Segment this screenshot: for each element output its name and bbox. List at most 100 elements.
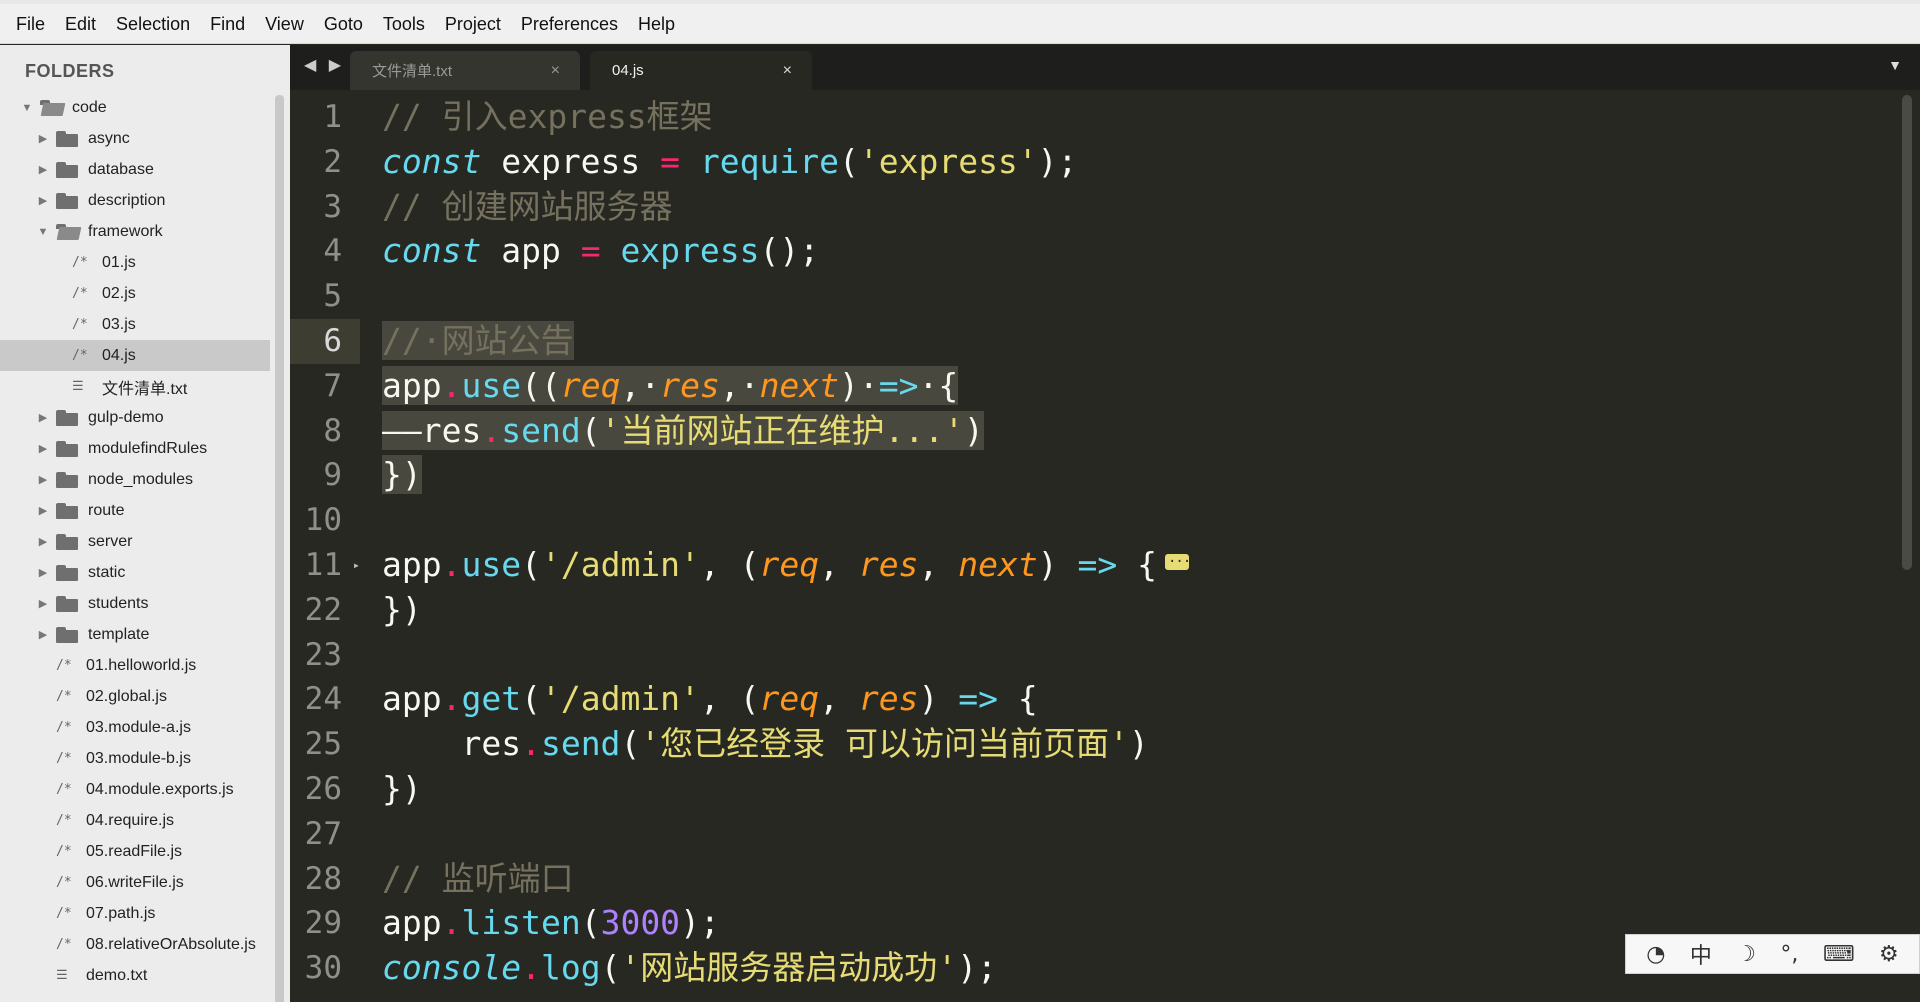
folder-item[interactable]: ▶ template [0, 619, 270, 650]
file-item[interactable]: /* 06.writeFile.js [0, 867, 270, 898]
file-item[interactable]: ☰ 文件清单.txt [0, 371, 270, 402]
code-line[interactable]: app.use('/admin', (req, res, next) => { [382, 540, 1862, 588]
code-token: '/admin' [540, 544, 700, 584]
folder-item[interactable]: ▶ students [0, 588, 270, 619]
menu-selection[interactable]: Selection [106, 4, 200, 44]
chevron-right-icon[interactable]: ▶ [36, 473, 50, 486]
folder-item[interactable]: ▶ route [0, 495, 270, 526]
tab-dropdown-icon[interactable]: ▼ [1888, 57, 1902, 73]
file-item[interactable]: ☰ demo.txt [0, 960, 270, 991]
menu-help[interactable]: Help [628, 4, 685, 44]
folder-item[interactable]: ▶ async [0, 123, 270, 154]
chevron-right-icon[interactable]: ▶ [36, 628, 50, 641]
chevron-right-icon[interactable]: ▶ [36, 132, 50, 145]
file-item[interactable]: /* 02.js [0, 278, 270, 309]
chevron-right-icon[interactable]: ▶ [36, 504, 50, 517]
sidebar-scrollbar[interactable] [275, 95, 284, 1002]
code-line[interactable] [382, 812, 1862, 857]
folder-item[interactable]: ▶ gulp-demo [0, 402, 270, 433]
code-line[interactable] [382, 498, 1862, 543]
chevron-right-icon[interactable]: ▶ [36, 163, 50, 176]
file-item[interactable]: /* 08.relativeOrAbsolute.js [0, 929, 270, 960]
fold-arrow-icon[interactable]: ▸ [353, 543, 360, 588]
tree-item-label: 02.global.js [86, 687, 167, 705]
file-item[interactable]: /* 01.helloworld.js [0, 650, 270, 681]
tab-bar: ◀ ▶ 文件清单.txt × 04.js × ▼ [290, 45, 1920, 90]
code-line[interactable]: }) [382, 767, 1862, 812]
chevron-right-icon[interactable]: ▶ [36, 194, 50, 207]
menu-project[interactable]: Project [435, 4, 511, 44]
code-area[interactable]: // 引入express框架 const express = require('e… [382, 95, 1862, 991]
menu-preferences[interactable]: Preferences [511, 4, 628, 44]
ime-logo-icon[interactable]: ◔ [1646, 942, 1665, 967]
folder-item[interactable]: ▶ description [0, 185, 270, 216]
code-token: app [382, 365, 442, 405]
chevron-right-icon[interactable]: ▶ [36, 442, 50, 455]
menu-tools[interactable]: Tools [373, 4, 435, 44]
file-item[interactable]: /* 03.module-b.js [0, 743, 270, 774]
file-item[interactable]: /* 07.path.js [0, 898, 270, 929]
file-item[interactable]: /* 04.module.exports.js [0, 774, 270, 805]
chevron-right-icon[interactable]: ▶ [36, 411, 50, 424]
code-line[interactable]: ——res.send('当前网站正在维护...') [382, 409, 1862, 454]
folder-item[interactable]: ▼ framework [0, 216, 270, 247]
code-token: next [759, 365, 840, 405]
code-line[interactable]: // 监听端口 [382, 857, 1862, 902]
folder-item[interactable]: ▶ modulefindRules [0, 433, 270, 464]
code-token: ( [521, 679, 541, 719]
ime-halfwidth-icon[interactable]: ☽ [1736, 942, 1756, 967]
folder-icon [56, 223, 78, 240]
code-token: }) [382, 768, 422, 808]
code-line[interactable]: //·网站公告 [382, 319, 1862, 364]
code-line[interactable] [382, 633, 1862, 678]
chevron-down-icon[interactable]: ▼ [36, 226, 50, 238]
tab-nav-arrows[interactable]: ◀ ▶ [304, 55, 345, 75]
menu-file[interactable]: File [6, 4, 55, 44]
code-line[interactable]: const app = express(); [382, 229, 1862, 274]
chevron-right-icon[interactable]: ▶ [36, 597, 50, 610]
close-icon[interactable]: × [551, 62, 560, 80]
code-line[interactable]: // 创建网站服务器 [382, 185, 1862, 230]
menu-goto[interactable]: Goto [314, 4, 373, 44]
editor-scrollbar[interactable] [1902, 95, 1912, 570]
code-line[interactable]: }) [382, 588, 1862, 633]
code-token: res [858, 544, 919, 584]
file-item[interactable]: /* 02.global.js [0, 681, 270, 712]
menu-edit[interactable]: Edit [55, 4, 106, 44]
menu-view[interactable]: View [255, 4, 314, 44]
chevron-down-icon[interactable]: ▼ [20, 102, 34, 114]
code-line[interactable]: res.send('您已经登录 可以访问当前页面') [382, 722, 1862, 767]
code-line[interactable] [382, 274, 1862, 319]
file-item[interactable]: /* 05.readFile.js [0, 836, 270, 867]
ime-settings-icon[interactable]: ⚙ [1879, 942, 1899, 967]
file-item[interactable]: /* 03.module-a.js [0, 712, 270, 743]
file-item[interactable]: /* 01.js [0, 247, 270, 278]
ime-punctuation-icon[interactable]: °, [1780, 942, 1798, 967]
code-line[interactable]: // 引入express框架 [382, 95, 1862, 140]
chevron-right-icon[interactable]: ▶ [36, 535, 50, 548]
file-item[interactable]: /* 04.require.js [0, 805, 270, 836]
tab-04-js[interactable]: 04.js × [590, 51, 812, 90]
folder-item[interactable]: ▶ static [0, 557, 270, 588]
js-file-icon: /* [56, 689, 72, 704]
tree-item-label: 04.module.exports.js [86, 780, 234, 798]
folder-item[interactable]: ▶ node_modules [0, 464, 270, 495]
code-line[interactable]: }) [382, 453, 1862, 498]
ime-chinese-mode[interactable]: 中 [1690, 938, 1712, 970]
close-icon[interactable]: × [783, 62, 792, 80]
code-line[interactable]: app.get('/admin', (req, res) => { [382, 677, 1862, 722]
chevron-right-icon[interactable]: ▶ [36, 566, 50, 579]
menu-find[interactable]: Find [200, 4, 255, 44]
code-line[interactable]: const express = require('express'); [382, 140, 1862, 185]
folder-item[interactable]: ▶ database [0, 154, 270, 185]
file-item[interactable]: /* 03.js [0, 309, 270, 340]
tab-file-list[interactable]: 文件清单.txt × [350, 51, 580, 90]
file-item[interactable]: /* 04.js [0, 340, 270, 371]
ime-keyboard-icon[interactable]: ⌨ [1823, 942, 1855, 967]
folder-item[interactable]: ▼ code [0, 92, 270, 123]
code-line[interactable]: app.use((req,·res,·next)·=>·{ [382, 364, 1862, 409]
folded-code-badge-icon[interactable] [1164, 540, 1190, 585]
js-file-icon: /* [72, 286, 88, 301]
folder-item[interactable]: ▶ server [0, 526, 270, 557]
